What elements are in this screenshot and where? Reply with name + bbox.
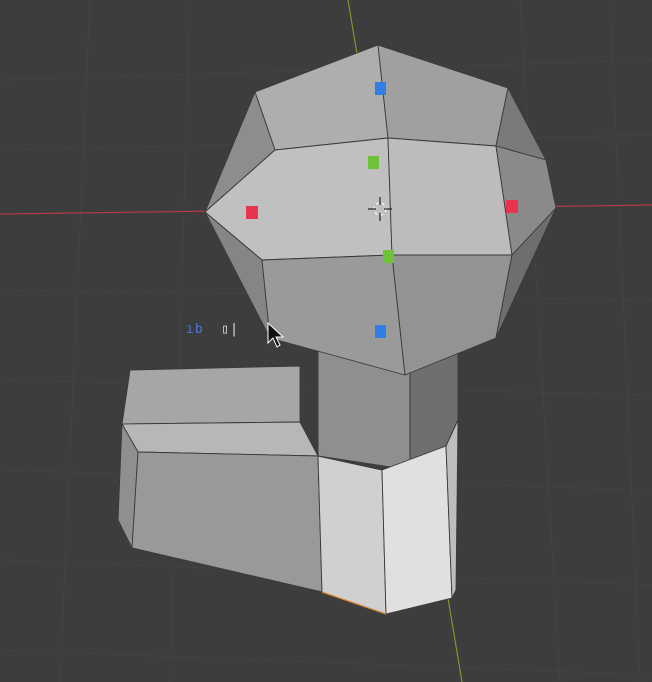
mesh-left-block[interactable] xyxy=(117,365,323,593)
y-handle-back[interactable] xyxy=(368,156,379,169)
input-block-caret: ▯ xyxy=(212,322,231,337)
viewport-canvas[interactable] xyxy=(0,0,652,682)
input-prefix: ıb xyxy=(186,322,204,337)
z-handle-bottom[interactable] xyxy=(375,325,386,338)
input-caret: | xyxy=(230,322,239,337)
y-handle-front[interactable] xyxy=(383,250,394,263)
modal-input-text: ıb ▯| xyxy=(186,322,239,337)
z-handle-top[interactable] xyxy=(375,82,386,95)
mesh-stem[interactable] xyxy=(317,349,459,615)
x-handle-left[interactable] xyxy=(246,206,258,219)
x-handle-right[interactable] xyxy=(506,200,518,213)
3d-viewport[interactable]: ıb ▯| xyxy=(0,0,652,682)
